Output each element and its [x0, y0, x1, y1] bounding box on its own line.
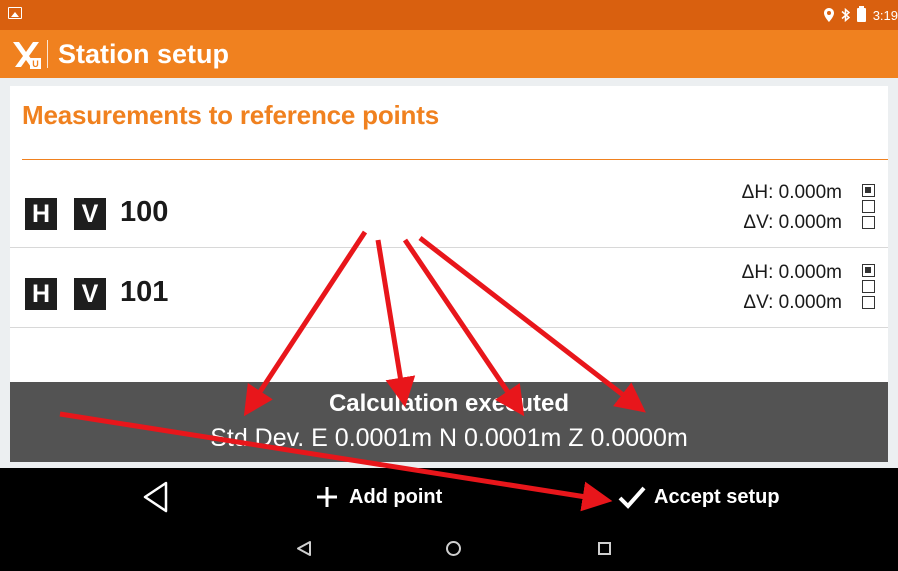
toast-title: Calculation executed	[328, 390, 570, 417]
back-triangle-icon[interactable]	[140, 480, 170, 514]
section-divider	[22, 159, 888, 160]
use-checkbox-1[interactable]	[862, 184, 875, 197]
delta-h-value: ΔH: 0.000m	[741, 182, 842, 203]
reference-point-row[interactable]: H V 100 ΔH: 0.000m ΔV: 0.000m	[10, 168, 888, 248]
status-icons: 3:19	[823, 6, 898, 23]
location-icon	[823, 8, 834, 22]
use-checkbox-1[interactable]	[862, 264, 875, 277]
delta-v-value: ΔV: 0.000m	[743, 212, 842, 233]
status-time: 3:19	[872, 7, 898, 23]
reference-point-row[interactable]: H V 101 ΔH: 0.000m ΔV: 0.000m	[10, 248, 888, 328]
add-point-button[interactable]: Add point	[315, 482, 442, 512]
nav-back-icon[interactable]	[296, 540, 312, 557]
section-title: Measurements to reference points	[22, 100, 439, 130]
add-point-label: Add point	[349, 485, 443, 508]
use-checkbox-3[interactable]	[862, 296, 875, 309]
vertical-measure-badge: V	[74, 198, 106, 230]
svg-text:U: U	[32, 59, 39, 69]
use-checkbox-2[interactable]	[862, 280, 875, 293]
content-card: Measurements to reference points H V 100…	[10, 86, 888, 382]
x-pad-logo-icon: U	[10, 38, 42, 70]
use-checkbox-3[interactable]	[862, 216, 875, 229]
checkmark-icon	[618, 486, 646, 509]
status-bar: 3:19	[0, 0, 898, 30]
accept-setup-label: Accept setup	[654, 485, 780, 508]
app-bar: U Station setup	[0, 30, 898, 78]
accept-setup-button[interactable]: Accept setup	[618, 482, 780, 512]
horizontal-measure-badge: H	[25, 198, 57, 230]
calculation-toast: Calculation executed Std.Dev. E 0.0001m …	[10, 382, 888, 462]
delta-h-value: ΔH: 0.000m	[741, 262, 842, 283]
system-nav-bar	[0, 526, 898, 571]
toast-message: Std.Dev. E 0.0001m N 0.0001m Z 0.0000m	[210, 424, 688, 452]
plus-icon	[317, 487, 337, 507]
app-title: Station setup	[58, 39, 230, 69]
point-name: 100	[120, 196, 169, 228]
nav-recent-icon[interactable]	[598, 542, 611, 555]
battery-icon	[856, 6, 866, 22]
action-bar: Add point Accept setup	[0, 468, 898, 526]
use-checkbox-2[interactable]	[862, 200, 875, 213]
delta-v-value: ΔV: 0.000m	[743, 292, 842, 313]
horizontal-measure-badge: H	[25, 278, 57, 310]
point-checkboxes	[862, 184, 876, 232]
nav-home-icon[interactable]	[446, 541, 461, 556]
image-notification-icon	[8, 7, 22, 19]
point-name: 101	[120, 276, 169, 308]
vertical-measure-badge: V	[74, 278, 106, 310]
app-bar-divider	[47, 40, 48, 68]
point-checkboxes	[862, 264, 876, 312]
bluetooth-icon	[841, 8, 850, 22]
